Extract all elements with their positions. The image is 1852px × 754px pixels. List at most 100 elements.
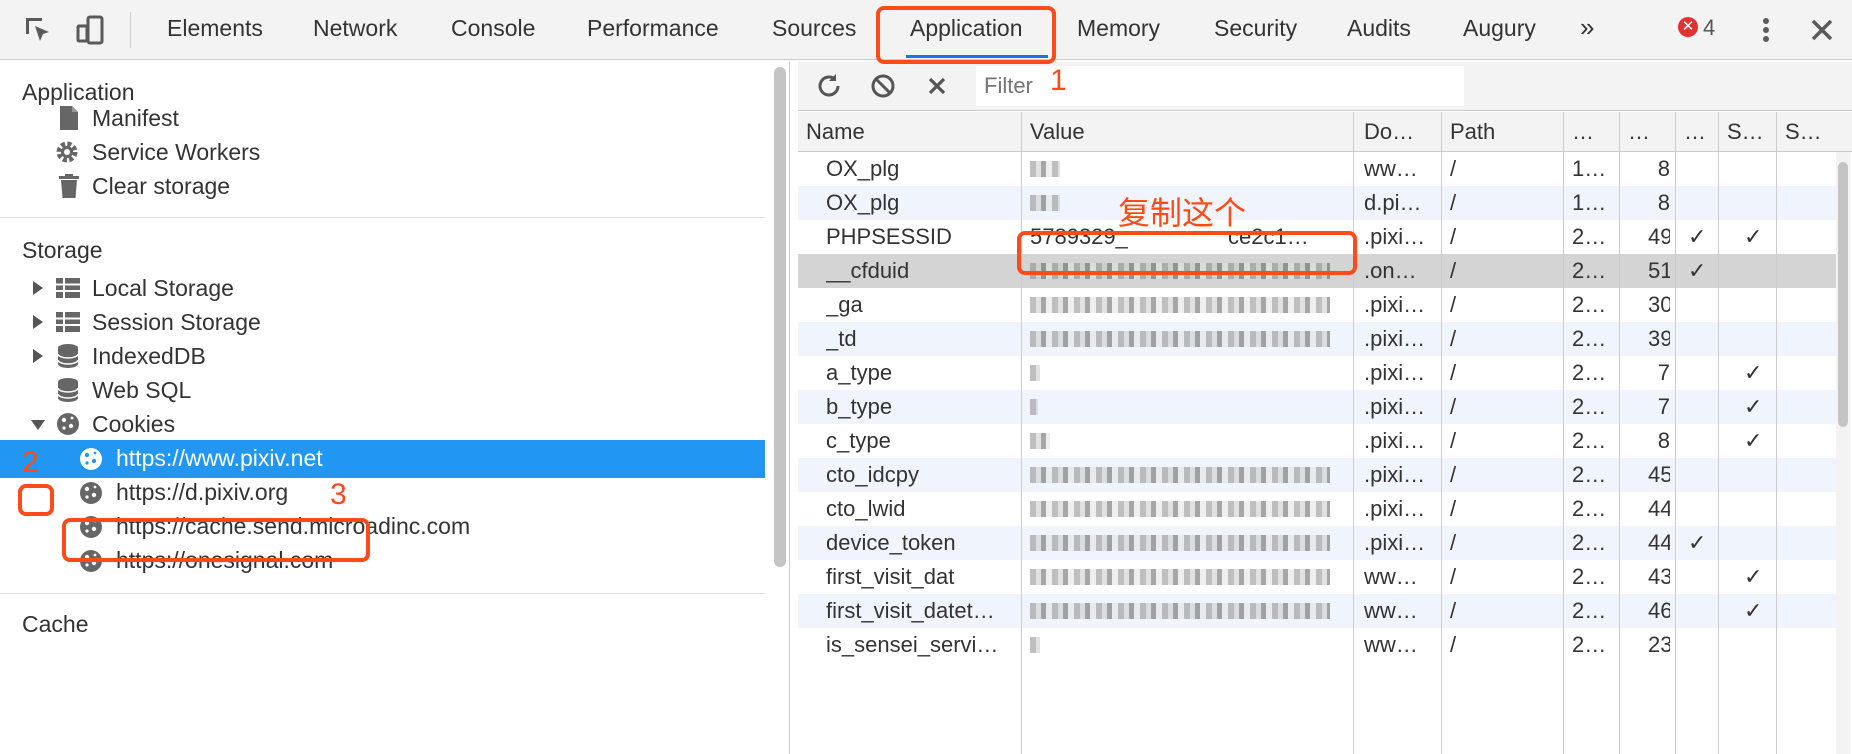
table-row[interactable]: b_type .pixi… / 2… 7 ✓ bbox=[798, 390, 1838, 424]
annotation-number-2: 2 bbox=[22, 446, 39, 479]
cell-secure: ✓ bbox=[1744, 394, 1763, 419]
sidebar-item-indexeddb[interactable]: IndexedDB bbox=[92, 343, 206, 370]
redacted-value bbox=[1030, 637, 1040, 653]
column-divider bbox=[1776, 112, 1777, 754]
sidebar-item-manifest[interactable]: Manifest bbox=[92, 105, 179, 132]
cell-expires: 2… bbox=[1572, 530, 1607, 555]
table-row[interactable]: first_visit_datet… ww… / 2… 46 ✓ bbox=[798, 594, 1838, 628]
tab-network[interactable]: Network bbox=[313, 15, 397, 42]
cell-httponly: ✓ bbox=[1688, 530, 1707, 555]
column-header-domain[interactable]: Do… bbox=[1364, 119, 1414, 145]
cell-size: 8 bbox=[1657, 190, 1670, 215]
error-icon[interactable]: ✕ bbox=[1678, 17, 1698, 37]
sidebar-scrollbar[interactable] bbox=[774, 67, 786, 567]
tab-performance[interactable]: Performance bbox=[587, 15, 719, 42]
tab-elements[interactable]: Elements bbox=[167, 15, 263, 42]
cell-domain: .pixi… bbox=[1364, 224, 1426, 249]
table-row[interactable]: _ga .pixi… / 2… 30 bbox=[798, 288, 1838, 322]
cell-domain: .pixi… bbox=[1364, 496, 1426, 521]
redacted-value bbox=[1030, 433, 1050, 449]
cell-expires: 2… bbox=[1572, 428, 1607, 453]
annotation-box-cookies-arrow bbox=[18, 484, 54, 516]
device-toolbar-icon[interactable] bbox=[74, 14, 106, 46]
sidebar-item-session-storage[interactable]: Session Storage bbox=[92, 309, 261, 336]
column-header-httponly[interactable]: … bbox=[1684, 119, 1706, 145]
expand-arrow-icon[interactable] bbox=[33, 315, 43, 329]
sidebar-item-service-workers[interactable]: Service Workers bbox=[92, 139, 260, 166]
cell-size: 46 bbox=[1648, 598, 1670, 623]
cell-secure: ✓ bbox=[1744, 564, 1763, 589]
cell-name: PHPSESSID bbox=[826, 224, 952, 249]
cell-expires: 2… bbox=[1572, 360, 1607, 385]
cookie-site-pixiv-net[interactable]: https://www.pixiv.net bbox=[116, 445, 323, 472]
redacted-value bbox=[1030, 195, 1060, 211]
clear-all-icon[interactable] bbox=[868, 71, 898, 101]
redacted-value bbox=[1030, 603, 1330, 619]
section-divider bbox=[0, 593, 765, 594]
inspect-element-icon[interactable] bbox=[22, 14, 54, 46]
collapse-arrow-icon[interactable] bbox=[31, 420, 45, 430]
table-row[interactable]: is_sensei_servi… ww… / 2… 23 bbox=[798, 628, 1838, 662]
cell-expires: 2… bbox=[1572, 394, 1607, 419]
close-icon[interactable] bbox=[1806, 14, 1838, 46]
application-sidebar: Application Manifest Service Workers Cle… bbox=[0, 61, 790, 754]
table-row[interactable]: OX_plg d.pi… / 1… 8 bbox=[798, 186, 1838, 220]
expand-arrow-icon[interactable] bbox=[33, 281, 43, 295]
column-header-path[interactable]: Path bbox=[1450, 119, 1495, 145]
table-scrollbar[interactable] bbox=[1836, 152, 1850, 754]
cell-size: 51 bbox=[1648, 258, 1670, 283]
expand-arrow-icon[interactable] bbox=[33, 349, 43, 363]
cell-path: / bbox=[1450, 530, 1457, 555]
cell-expires: 2… bbox=[1572, 258, 1607, 283]
cell-domain: d.pi… bbox=[1364, 190, 1422, 215]
cookie-site-d-pixiv-org[interactable]: https://d.pixiv.org bbox=[116, 479, 288, 506]
sidebar-item-clear-storage[interactable]: Clear storage bbox=[92, 173, 230, 200]
cell-secure: ✓ bbox=[1744, 360, 1763, 385]
column-header-secure[interactable]: S… bbox=[1727, 119, 1764, 145]
cell-name: OX_plg bbox=[826, 156, 900, 181]
cell-name: device_token bbox=[826, 530, 956, 555]
table-row[interactable]: cto_lwid .pixi… / 2… 44 bbox=[798, 492, 1838, 526]
redacted-value bbox=[1030, 161, 1060, 177]
annotation-number-1: 1 bbox=[1050, 64, 1067, 97]
delete-selected-icon[interactable] bbox=[922, 71, 952, 101]
refresh-icon[interactable] bbox=[814, 71, 844, 101]
table-grid-icon bbox=[56, 312, 80, 332]
column-header-value[interactable]: Value bbox=[1030, 119, 1085, 145]
sidebar-item-web-sql[interactable]: Web SQL bbox=[92, 377, 191, 404]
cell-path: / bbox=[1450, 428, 1457, 453]
scrollbar-thumb[interactable] bbox=[1838, 162, 1848, 427]
more-options-icon[interactable] bbox=[1752, 14, 1780, 46]
cell-size: 8 bbox=[1657, 156, 1670, 181]
sidebar-item-cookies[interactable]: Cookies bbox=[92, 411, 175, 438]
tab-sources[interactable]: Sources bbox=[772, 15, 856, 42]
cell-name: _td bbox=[826, 326, 857, 351]
cell-expires: 2… bbox=[1572, 564, 1607, 589]
table-row[interactable]: c_type .pixi… / 2… 8 ✓ bbox=[798, 424, 1838, 458]
column-header-size[interactable]: … bbox=[1628, 119, 1650, 145]
cell-domain: .pixi… bbox=[1364, 326, 1426, 351]
tab-security[interactable]: Security bbox=[1214, 15, 1297, 42]
table-row[interactable]: OX_plg ww… / 1… 8 bbox=[798, 152, 1838, 186]
tab-console[interactable]: Console bbox=[451, 15, 535, 42]
table-row[interactable]: device_token .pixi… / 2… 44 ✓ bbox=[798, 526, 1838, 560]
error-count[interactable]: 4 bbox=[1703, 15, 1715, 41]
cell-name: cto_idcpy bbox=[826, 462, 919, 487]
cell-secure: ✓ bbox=[1744, 428, 1763, 453]
cell-expires: 2… bbox=[1572, 632, 1607, 657]
table-row[interactable]: a_type .pixi… / 2… 7 ✓ bbox=[798, 356, 1838, 390]
redacted-value bbox=[1030, 365, 1040, 381]
table-row[interactable]: _td .pixi… / 2… 39 bbox=[798, 322, 1838, 356]
column-header-samesite[interactable]: S… bbox=[1785, 119, 1822, 145]
column-header-name[interactable]: Name bbox=[806, 119, 865, 145]
column-header-expires[interactable]: … bbox=[1572, 119, 1594, 145]
table-row[interactable]: cto_idcpy .pixi… / 2… 45 bbox=[798, 458, 1838, 492]
tab-augury[interactable]: Augury bbox=[1463, 15, 1536, 42]
tab-memory[interactable]: Memory bbox=[1077, 15, 1160, 42]
tab-audits[interactable]: Audits bbox=[1347, 15, 1411, 42]
cell-size: 44 bbox=[1648, 496, 1670, 521]
more-tabs-button[interactable]: » bbox=[1580, 12, 1594, 43]
cell-size: 7 bbox=[1657, 360, 1670, 385]
sidebar-item-local-storage[interactable]: Local Storage bbox=[92, 275, 234, 302]
table-row[interactable]: first_visit_dat ww… / 2… 43 ✓ bbox=[798, 560, 1838, 594]
